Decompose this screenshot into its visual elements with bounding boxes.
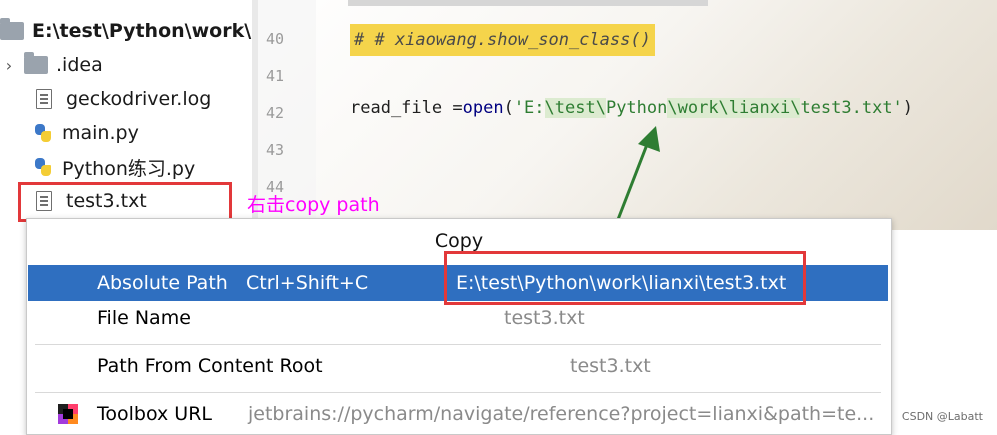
python-file-icon [34,157,52,177]
line-number: 42 [266,104,285,122]
folder-icon [0,18,24,40]
menu-separator [35,392,881,393]
text-file-icon [36,89,52,109]
editor-scroll-strip [348,0,708,6]
menu-item-value: test3.txt [504,307,585,329]
code-token-string: Python [605,98,668,118]
menu-item-value: jetbrains://pycharm/navigate/reference?p… [248,403,875,425]
line-number: 40 [266,30,285,48]
menu-item-file-name[interactable]: File Name test3.txt [28,300,888,336]
code-token-string: \test\ [544,98,606,118]
menu-item-label: Toolbox URL [97,403,212,425]
menu-item-label: Path From Content Root [97,355,323,377]
tree-item-label: geckodriver.log [66,88,212,110]
watermark: CSDN @Labatt [901,410,983,423]
toolbox-icon [58,404,78,424]
code-token-paren: ) [902,98,914,118]
code-token-paren: ( [503,98,514,118]
code-token-string: 'E: [513,98,545,118]
tree-item-label: Python练习.py [62,157,196,180]
annotation-highlight-box [18,182,232,222]
code-comment-line[interactable]: # # xiaowang.show_son_class() [350,24,655,56]
tree-item-main-py[interactable]: main.py [34,116,139,150]
menu-item-label: File Name [97,307,191,329]
menu-item-toolbox-url[interactable]: Toolbox URL jetbrains://pycharm/navigate… [28,396,888,432]
tree-item-label: main.py [62,122,139,144]
menu-item-shortcut: Ctrl+Shift+C [246,272,369,294]
annotation-highlight-box [444,251,806,305]
tree-item-idea[interactable]: › .idea [0,48,103,82]
line-number: 41 [266,67,285,85]
menu-item-path-from-content-root[interactable]: Path From Content Root test3.txt [28,348,888,384]
code-token-func: open [462,98,504,118]
code-token-string: \work\lianxi\ [667,98,801,118]
annotation-text: 右击copy path [247,194,380,216]
chevron-right-icon[interactable]: › [0,56,18,75]
tree-root-item[interactable]: E:\test\Python\work\lia [0,14,277,48]
tree-item-geckodriver[interactable]: geckodriver.log [36,82,211,116]
tree-item-python-lianxi[interactable]: Python练习.py [34,150,195,184]
menu-item-label: Absolute Path [97,272,228,294]
code-token-eq: = [452,98,463,118]
tree-root-label: E:\test\Python\work\lia [32,20,278,42]
folder-icon [24,52,48,74]
code-read-file-line[interactable]: read_file =open('E:\test\Python\work\lia… [350,98,913,118]
tree-item-label: .idea [56,54,103,76]
code-token-string: test3.txt' [800,98,903,118]
menu-separator [35,344,881,345]
python-file-icon [34,123,52,143]
line-number: 43 [266,141,285,159]
code-token-var: read_file [350,98,453,118]
menu-item-value: test3.txt [570,355,651,377]
